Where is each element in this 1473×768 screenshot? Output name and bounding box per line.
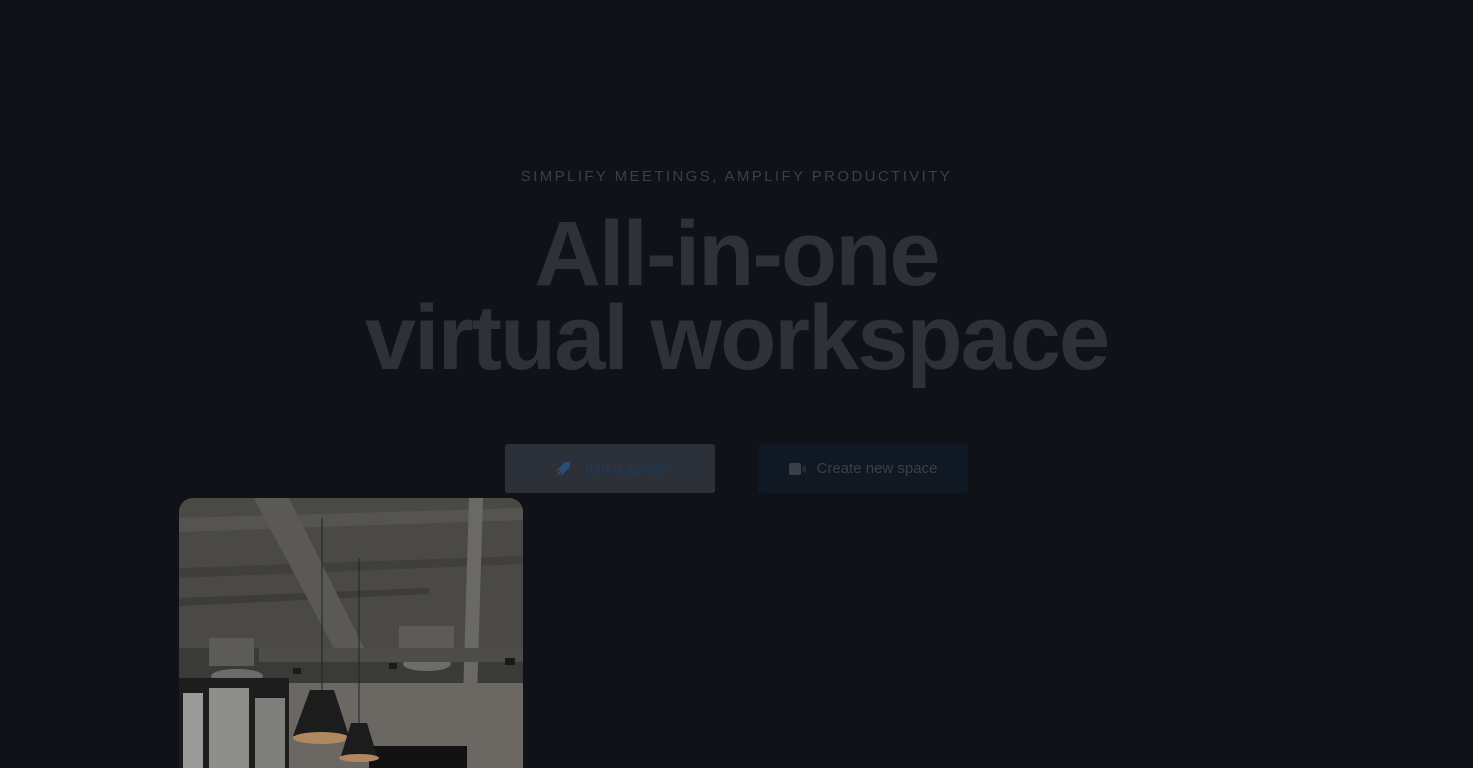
office-photo-image (179, 498, 523, 768)
join-space-label: Join a space (581, 460, 667, 477)
office-photo (179, 498, 523, 768)
hero-actions: Join a space Create new space (505, 444, 968, 493)
create-space-button[interactable]: Create new space (758, 444, 968, 493)
join-space-button[interactable]: Join a space (505, 444, 715, 493)
landing-page: SIMPLIFY MEETINGS, AMPLIFY PRODUCTIVITY … (0, 0, 1473, 768)
video-camera-icon (788, 462, 807, 476)
create-space-label: Create new space (816, 460, 938, 477)
headline-line-2: virtual workspace (364, 287, 1110, 389)
hero-headline: All-in-one virtual workspace (0, 208, 1473, 384)
hero-eyebrow: SIMPLIFY MEETINGS, AMPLIFY PRODUCTIVITY (520, 168, 953, 185)
rocket-icon (554, 460, 572, 478)
